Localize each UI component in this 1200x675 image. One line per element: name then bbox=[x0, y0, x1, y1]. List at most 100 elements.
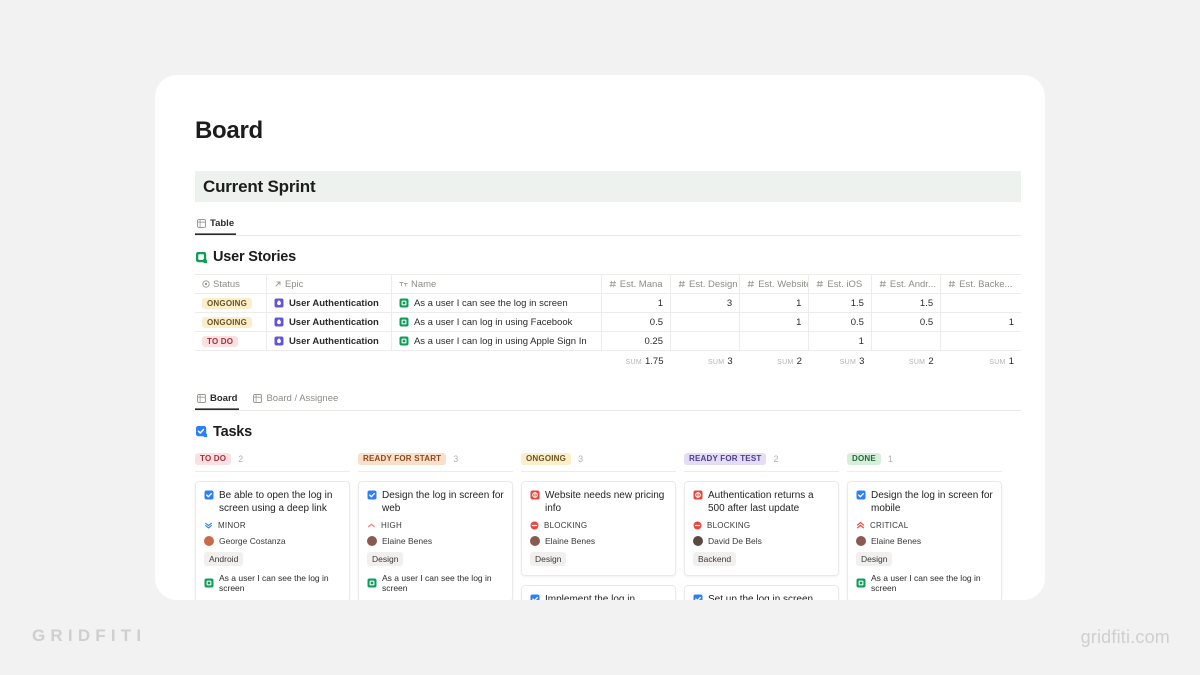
cell-name[interactable]: As a user I can log in using Facebook bbox=[391, 312, 602, 332]
task-card[interactable]: Design the log in screen for mobile CRITI… bbox=[847, 480, 1002, 600]
task-priority-row: MINOR bbox=[204, 521, 341, 530]
sum-label: SUM bbox=[908, 359, 926, 367]
sum-est-android[interactable]: SUM 2 bbox=[871, 351, 940, 373]
task-priority-label: BLOCKING bbox=[544, 520, 588, 530]
tasks-title: Tasks bbox=[195, 424, 1021, 440]
sum-est-ios[interactable]: SUM 3 bbox=[809, 351, 872, 373]
column-header-est-andr[interactable]: Est. Andr... bbox=[871, 274, 942, 294]
red-bug-icon bbox=[693, 490, 703, 500]
task-relation-label: As a user I can see the log in screen bbox=[382, 572, 492, 593]
minor-chevrons-icon bbox=[204, 521, 213, 530]
purple-epic-icon bbox=[274, 336, 284, 346]
user-stories-title: User Stories bbox=[195, 249, 1021, 265]
user-stories-label: User Stories bbox=[213, 249, 297, 265]
column-header-label: Est. Andr... bbox=[889, 278, 936, 290]
task-assignee-name: Elaine Benes bbox=[545, 535, 596, 546]
task-card[interactable]: Be able to open the log in screen using … bbox=[195, 480, 350, 600]
tab-board[interactable]: Board bbox=[195, 391, 239, 410]
task-title-row: Authentication returns a 500 after last … bbox=[693, 489, 830, 515]
column-header-est-website[interactable]: Est. Website bbox=[739, 274, 810, 294]
green-relation-icon bbox=[399, 317, 409, 327]
column-header-name[interactable]: Name bbox=[391, 274, 602, 294]
task-title: Design the log in screen for mobile bbox=[871, 489, 993, 514]
cell-est-mana[interactable]: 1 bbox=[601, 293, 672, 313]
column-header-epic[interactable]: Epic bbox=[266, 274, 392, 294]
cell-status[interactable]: ONGOING bbox=[195, 312, 267, 332]
table-row[interactable]: TO DO User Authentication As a user I can … bbox=[195, 331, 1021, 351]
task-title-row: Design the log in screen for mobile bbox=[856, 489, 993, 515]
task-relation-row[interactable]: As a user I can see the log in screen bbox=[856, 573, 993, 593]
number-hash-icon bbox=[678, 280, 686, 288]
cell-est-ios[interactable]: 1 bbox=[808, 331, 872, 351]
page-title: Board bbox=[195, 117, 263, 144]
cell-est-design[interactable] bbox=[670, 331, 741, 351]
relation-arrow-icon bbox=[274, 280, 282, 288]
cell-est-website[interactable]: 1 bbox=[739, 312, 810, 332]
cell-est-mana[interactable]: 0.5 bbox=[601, 312, 672, 332]
column-header-status[interactable]: Status bbox=[195, 274, 267, 294]
cell-est-android[interactable] bbox=[871, 331, 942, 351]
cell-est-website[interactable]: 1 bbox=[739, 293, 810, 313]
avatar bbox=[530, 535, 540, 546]
cell-name[interactable]: As a user I can see the log in screen bbox=[391, 293, 602, 313]
task-card[interactable]: Authentication returns a 500 after last … bbox=[684, 480, 839, 576]
cell-est-mana[interactable]: 0.25 bbox=[601, 331, 672, 351]
tab-board-assignee[interactable]: Board / Assignee bbox=[251, 391, 340, 410]
sum-est-website[interactable]: SUM 2 bbox=[740, 351, 809, 373]
blue-task-icon bbox=[530, 594, 540, 600]
task-assignee-name: Elaine Benes bbox=[871, 535, 922, 546]
sum-label: SUM bbox=[989, 359, 1006, 367]
user-stories-table: Status Epic Name Est. Mana Est. Design Est. W… bbox=[195, 274, 1021, 373]
column-header-label: Name bbox=[410, 278, 437, 290]
cell-epic[interactable]: User Authentication bbox=[266, 312, 392, 332]
column-header-label: Est. Mana bbox=[619, 278, 663, 290]
cell-epic[interactable]: User Authentication bbox=[266, 293, 392, 313]
task-tag: Design bbox=[856, 551, 893, 566]
cell-name[interactable]: As a user I can log in using Apple Sign … bbox=[391, 331, 602, 351]
task-assignee-row: Elaine Benes bbox=[367, 535, 504, 546]
high-chevron-icon bbox=[367, 521, 376, 530]
cell-est-ios[interactable]: 0.5 bbox=[808, 312, 872, 332]
task-relation-label: As a user I can see the log in screen bbox=[871, 572, 981, 593]
watermark-left: GRIDFITI bbox=[32, 626, 147, 645]
cell-est-backend[interactable] bbox=[940, 331, 1021, 351]
table-sum-row: SUM 1.75 SUM 3 SUM 2 SUM 3 SUM 2 SUM 1 bbox=[195, 351, 1021, 373]
sum-est-mana[interactable]: SUM 1.75 bbox=[601, 351, 670, 373]
column-header-est-mana[interactable]: Est. Mana bbox=[601, 274, 672, 294]
task-priority-row: BLOCKING bbox=[530, 521, 667, 530]
blue-task-icon bbox=[204, 490, 214, 500]
cell-est-design[interactable]: 3 bbox=[670, 293, 741, 313]
cell-est-android[interactable]: 0.5 bbox=[871, 312, 942, 332]
board-icon bbox=[197, 393, 206, 403]
cell-est-backend[interactable]: 1 bbox=[940, 312, 1021, 332]
table-row[interactable]: ONGOING User Authentication As a user I ca… bbox=[195, 312, 1021, 332]
task-card[interactable]: Website needs new pricing info BLOCKING El… bbox=[521, 480, 676, 576]
table-row[interactable]: ONGOING User Authentication As a user I ca… bbox=[195, 293, 1021, 313]
task-relation-row[interactable]: As a user I can see the log in screen bbox=[367, 573, 504, 593]
task-card[interactable]: Design the log in screen for web HIGH Elai… bbox=[358, 480, 513, 600]
cell-est-design[interactable] bbox=[670, 312, 741, 332]
sum-est-backend[interactable]: SUM 1 bbox=[941, 351, 1021, 373]
task-card[interactable]: Implement the log in screen designNORMAL… bbox=[521, 584, 676, 600]
cell-status[interactable]: TO DO bbox=[195, 331, 267, 351]
cell-est-ios[interactable]: 1.5 bbox=[808, 293, 872, 313]
task-priority-label: CRITICAL bbox=[870, 520, 909, 530]
task-tag: Android bbox=[204, 551, 244, 566]
task-card[interactable]: Set up the log in screen view controller… bbox=[684, 584, 839, 600]
tab-label: Board bbox=[210, 392, 238, 404]
cell-est-android[interactable]: 1.5 bbox=[871, 293, 942, 313]
sum-est-design[interactable]: SUM 3 bbox=[671, 351, 740, 373]
green-relation-icon bbox=[204, 578, 214, 588]
task-relation-row[interactable]: As a user I can see the log in screen bbox=[204, 573, 341, 593]
cell-status[interactable]: ONGOING bbox=[195, 293, 267, 313]
column-header-est-ios[interactable]: Est. iOS bbox=[808, 274, 872, 294]
cell-est-website[interactable] bbox=[739, 331, 810, 351]
status-badge: ONGOING bbox=[202, 316, 253, 328]
cell-epic[interactable]: User Authentication bbox=[266, 331, 392, 351]
tab-table[interactable]: Table bbox=[195, 216, 236, 235]
column-header-est-design[interactable]: Est. Design bbox=[670, 274, 741, 294]
column-header-est-backe[interactable]: Est. Backe... bbox=[940, 274, 1021, 294]
cell-est-backend[interactable] bbox=[940, 293, 1021, 313]
task-tag: Design bbox=[367, 551, 404, 566]
tab-label: Table bbox=[210, 218, 235, 229]
